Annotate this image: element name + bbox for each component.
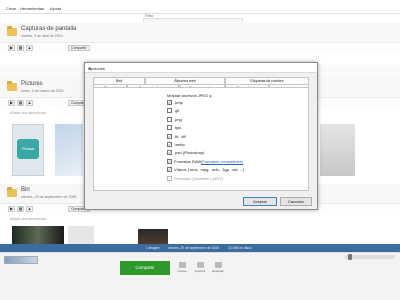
dialog-titlebar: Opciones ✕: [85, 63, 317, 73]
email-label: Correo: [177, 269, 187, 273]
filetype-label: .png: [174, 116, 182, 122]
mail-icon: [178, 262, 186, 268]
printer-icon: [196, 262, 204, 268]
panel-heading: Mostrar archivos JPEG y:: [167, 93, 213, 98]
upload-icon[interactable]: ▲: [26, 45, 33, 51]
tab-etiquetas[interactable]: Etiquetas de nombre: [225, 77, 309, 84]
cancel-button[interactable]: Cancelar: [280, 197, 312, 206]
grid-icon[interactable]: ▦: [17, 45, 24, 51]
folder-date: viernes, 29 de septiembre de 2006: [21, 195, 77, 199]
folder-title: Capturas de pantalla: [21, 26, 77, 32]
share-main-button[interactable]: Compartir: [120, 261, 170, 275]
status-size: 3,3 MB en disco: [228, 246, 252, 250]
menu-bar: Crear Herramientas Ayuda: [0, 0, 400, 14]
picasa-logo: Picasa: [17, 139, 39, 159]
email-button[interactable]: Correo: [174, 262, 190, 273]
filetype-label: .webp: [174, 142, 185, 147]
filetype-label: Películas Quicktime (.MOV): [174, 175, 224, 181]
checkbox-unchecked[interactable]: [167, 116, 172, 122]
footer-panel: Compartir Correo Imprimir Exportar: [0, 252, 400, 300]
filetype-label: .psd (Photoshop): [174, 150, 205, 156]
folder-toolbar: ▶ ▦ ▲ Compartir: [0, 43, 400, 53]
filetype-label: .tga: [174, 125, 181, 131]
filetype-label: .gif: [174, 108, 180, 114]
checkbox-checked[interactable]: ✓: [167, 142, 172, 147]
photo-thumbnail[interactable]: [138, 229, 168, 244]
play-icon[interactable]: ▶: [8, 100, 15, 106]
folder-title: Bin: [21, 187, 30, 193]
file-types-panel: Mostrar archivos JPEG y: ✓ .bmp .gif .png .t…: [93, 87, 309, 191]
close-icon[interactable]: ✕: [88, 66, 314, 71]
filetype-label: Formatos RAW: [174, 158, 202, 164]
status-count: 1 imagen: [146, 246, 160, 250]
accept-button[interactable]: Aceptar: [243, 197, 277, 206]
filetype-label: .tif, .tiff: [174, 133, 186, 139]
zoom-slider[interactable]: [345, 254, 395, 260]
checkbox-checked[interactable]: ✓: [167, 133, 172, 139]
checkbox-unchecked: [167, 175, 172, 181]
tab-red[interactable]: Red: [93, 77, 145, 84]
folder-date: martes, 9 de abril de 2024: [21, 34, 63, 38]
photo-thumbnail[interactable]: [320, 124, 355, 176]
checkbox-checked[interactable]: ✓: [167, 100, 172, 105]
status-date: viernes, 29 de septiembre de 2006: [168, 246, 219, 250]
filetype-label: Vídeos (.mov, .mpg, .m4v, .3gp, .avi, ..…: [174, 167, 245, 173]
video-thumbnail[interactable]: [12, 226, 64, 244]
menu-item-ayuda[interactable]: Ayuda: [50, 6, 61, 11]
status-bar: 1 imagen viernes, 29 de septiembre de 20…: [0, 244, 400, 252]
menu-item-crear[interactable]: Crear: [6, 6, 16, 11]
photo-tray[interactable]: [4, 256, 38, 264]
export-button[interactable]: Exportar: [210, 262, 226, 273]
folder-date: lunes, 4 de marzo de 2020: [21, 89, 64, 93]
play-icon[interactable]: ▶: [8, 45, 15, 51]
upload-icon[interactable]: ▲: [26, 206, 33, 212]
filetype-label: .bmp: [174, 100, 183, 105]
folder-title: Pictures: [21, 81, 43, 87]
folder-icon: [7, 26, 17, 36]
checkbox-checked[interactable]: ✓: [167, 167, 172, 173]
tab-albumes-web[interactable]: Álbumes web: [145, 77, 225, 84]
export-icon: [214, 262, 222, 268]
grid-icon[interactable]: ▦: [17, 206, 24, 212]
checkbox-checked[interactable]: ✓: [167, 150, 172, 156]
folder-icon: [7, 81, 17, 91]
menu-item-herramientas[interactable]: Herramientas: [20, 6, 44, 11]
folder-description[interactable]: Añadir una descripción: [10, 111, 47, 115]
print-button[interactable]: Imprimir: [192, 262, 208, 273]
print-label: Imprimir: [194, 269, 206, 273]
checkbox-unchecked[interactable]: [167, 125, 172, 131]
upload-icon[interactable]: ▲: [26, 100, 33, 106]
grid-icon[interactable]: ▦: [17, 100, 24, 106]
options-dialog: Opciones ✕ Red Álbumes web Etiquetas de …: [84, 62, 318, 210]
share-button[interactable]: Compartir: [68, 45, 90, 51]
slider-knob[interactable]: [348, 254, 352, 260]
photo-thumbnail[interactable]: [68, 226, 94, 244]
play-icon[interactable]: ▶: [8, 206, 15, 212]
checkbox-unchecked[interactable]: [167, 108, 172, 114]
export-label: Exportar: [212, 269, 224, 273]
folder-header[interactable]: Capturas de pantalla martes, 9 de abril …: [0, 23, 400, 43]
folder-icon: [7, 187, 17, 197]
folder-description[interactable]: Añadir una descripción: [10, 217, 47, 221]
checkbox-checked[interactable]: ✓: [167, 158, 172, 164]
photo-thumbnail[interactable]: [55, 124, 83, 176]
folder-capturas: Capturas de pantalla martes, 9 de abril …: [0, 23, 400, 65]
supported-formats-link[interactable]: (Formatos compatibles): [201, 159, 243, 164]
photo-thumbnail[interactable]: Picasa: [12, 124, 44, 176]
